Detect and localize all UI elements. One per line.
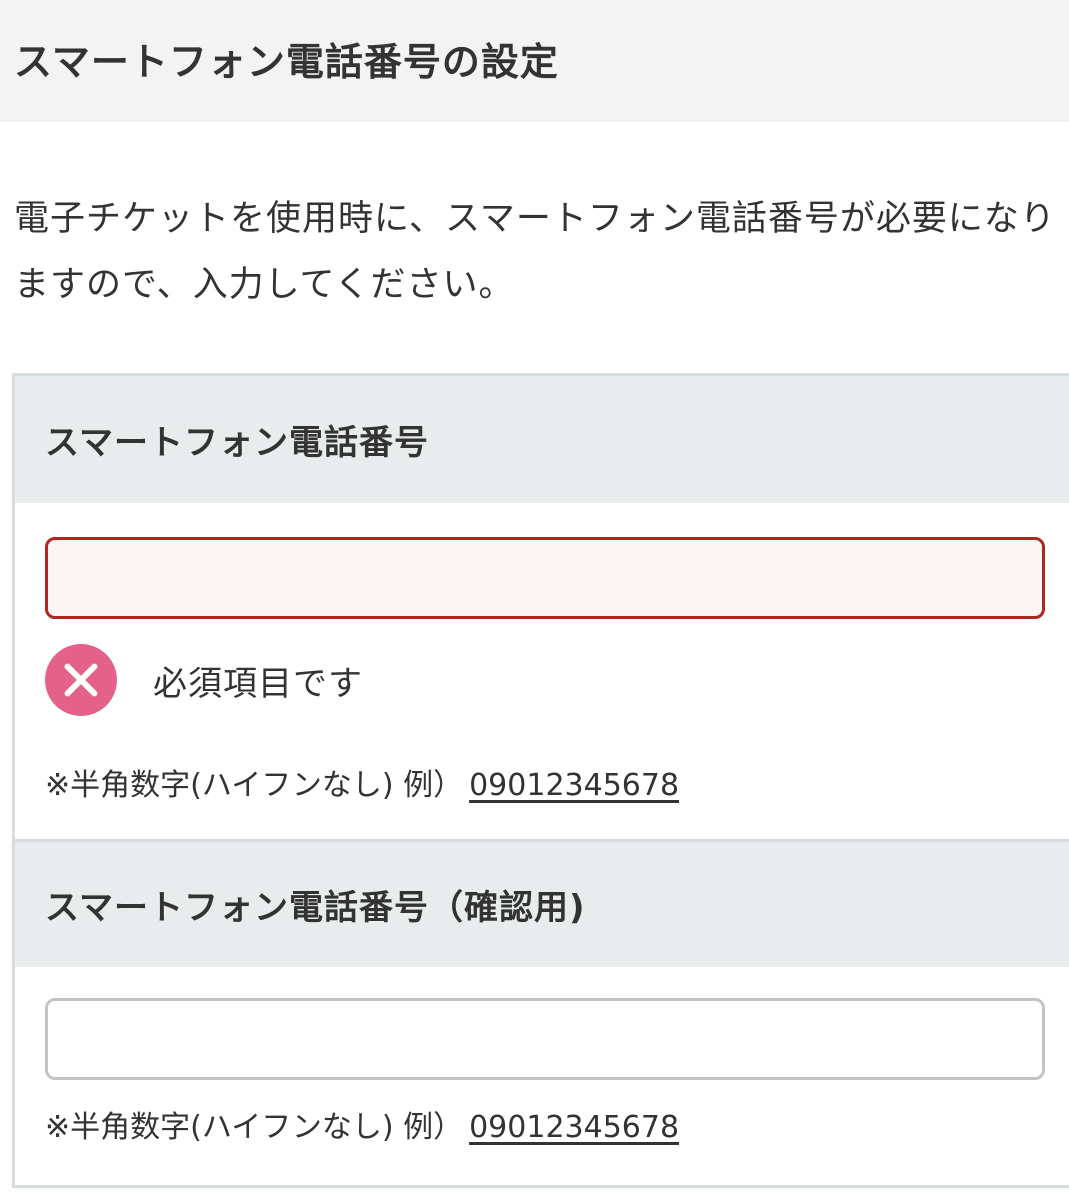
page-title: スマートフォン電話番号の設定 [14, 39, 559, 84]
page-header: スマートフォン電話番号の設定 [0, 0, 1069, 122]
phone-confirm-input[interactable] [45, 998, 1045, 1080]
phone-confirm-hint: ※半角数字(ハイフンなし) 例） 09012345678 [45, 1102, 679, 1146]
phone-section-header: スマートフォン電話番号 [15, 376, 1069, 503]
error-message-row: 必須項目です [45, 643, 363, 717]
phone-form: スマートフォン電話番号 必須項目です ※半角数字(ハイフンなし) 例） 09012… [12, 373, 1069, 1188]
error-x-icon [45, 644, 117, 716]
phone-confirm-hint-text: ※半角数字(ハイフンなし) 例） [45, 1110, 464, 1145]
phone-label: スマートフォン電話番号 [45, 423, 429, 463]
phone-hint: ※半角数字(ハイフンなし) 例） 09012345678 [45, 760, 679, 804]
phone-input[interactable] [45, 537, 1045, 619]
phone-hint-text: ※半角数字(ハイフンなし) 例） [45, 768, 464, 803]
phone-confirm-label: スマートフォン電話番号（確認用) [45, 888, 586, 928]
description-text: 電子チケットを使用時に、スマートフォン電話番号が必要になりますので、入力してくだ… [14, 199, 1056, 305]
phone-confirm-section-header: スマートフォン電話番号（確認用) [15, 839, 1069, 967]
phone-hint-example: 09012345678 [469, 768, 680, 803]
phone-confirm-hint-example: 09012345678 [469, 1110, 680, 1145]
error-message: 必須項目です [153, 663, 363, 704]
